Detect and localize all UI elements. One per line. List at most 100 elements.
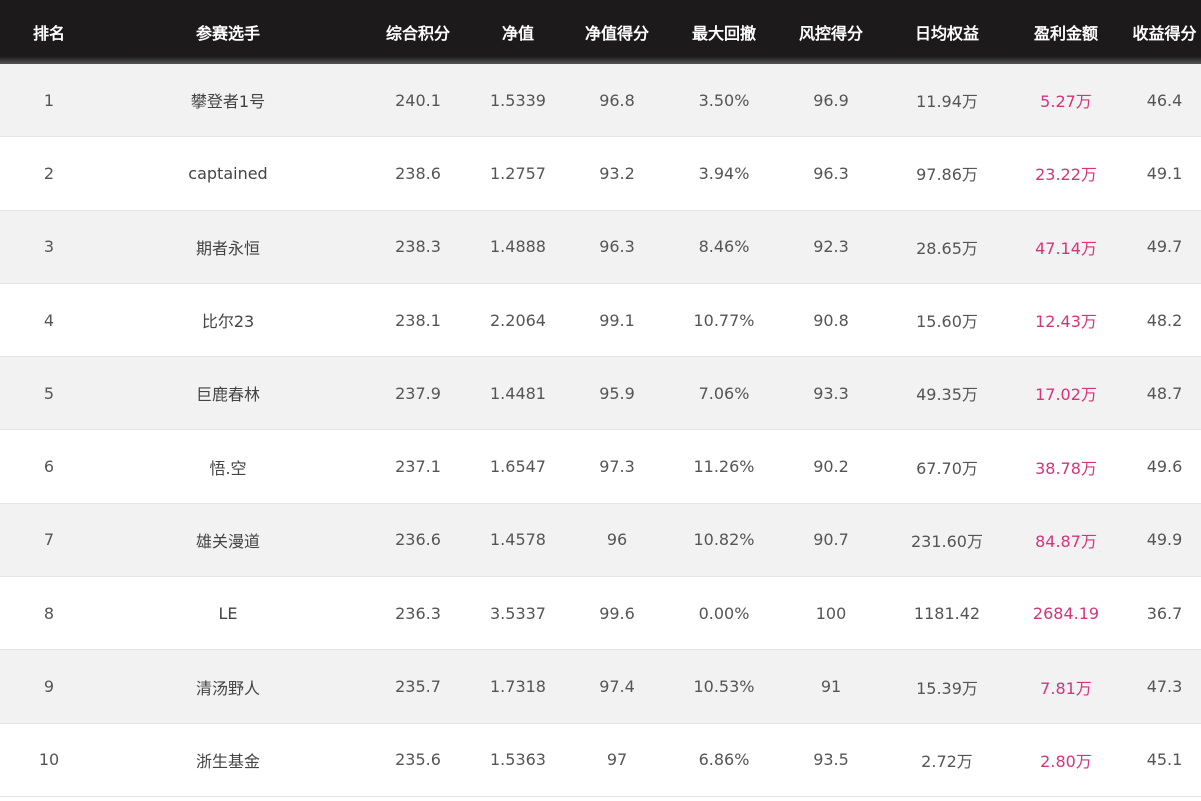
cell-daily-equity: 67.70万 <box>916 458 978 478</box>
cell-return-score: 48.2 <box>1146 310 1183 330</box>
cell-max-drawdown: 8.46% <box>698 237 750 257</box>
cell-risk-score: 96.3 <box>813 163 849 183</box>
cell-daily-equity: 97.86万 <box>916 165 978 185</box>
cell-profit: 23.22万 <box>1035 165 1097 185</box>
table-row[interactable]: 10 浙生基金 235.6 1.5363 97 6.86% 93.5 2.72万 2.80万 45… <box>0 723 1201 797</box>
cell-nav-score: 97.3 <box>599 457 635 477</box>
table-row[interactable]: 1 攀登者1号 240.1 1.5339 96.8 3.50% 96.9 11.94万 5.27… <box>0 64 1201 138</box>
cell-profit: 38.78万 <box>1035 458 1097 478</box>
cell-return-score: 49.9 <box>1146 530 1183 550</box>
cell-player[interactable]: 攀登者1号 <box>98 88 358 112</box>
cell-return-score: 46.4 <box>1146 90 1183 110</box>
cell-nav: 1.5339 <box>490 90 546 110</box>
cell-nav: 1.4888 <box>490 237 546 257</box>
header-nav[interactable]: 净值 <box>478 20 558 44</box>
header-rank[interactable]: 排名 <box>0 20 98 44</box>
cell-max-drawdown: 10.77% <box>693 310 755 330</box>
cell-total-score: 238.3 <box>395 237 441 257</box>
cell-nav: 1.4578 <box>490 530 546 550</box>
cell-nav-score: 96 <box>606 530 628 550</box>
cell-rank: 10 <box>38 750 60 770</box>
cell-nav: 2.2064 <box>490 310 546 330</box>
cell-daily-equity: 15.39万 <box>916 678 978 698</box>
cell-total-score: 235.7 <box>395 677 441 697</box>
cell-return-score: 49.7 <box>1146 237 1183 257</box>
cell-daily-equity: 2.72万 <box>921 751 973 771</box>
header-return-score[interactable]: 收益得分 <box>1128 20 1201 44</box>
header-total-score[interactable]: 综合积分 <box>358 20 478 44</box>
cell-profit: 47.14万 <box>1035 238 1097 258</box>
cell-profit: 2684.19 <box>1032 603 1100 623</box>
cell-risk-score: 100 <box>815 603 847 623</box>
cell-risk-score: 90.7 <box>813 530 849 550</box>
cell-risk-score: 93.5 <box>813 750 849 770</box>
cell-player[interactable]: 巨鹿春林 <box>98 381 358 405</box>
cell-nav: 1.4481 <box>490 383 546 403</box>
cell-player[interactable]: 清汤野人 <box>98 675 358 699</box>
cell-return-score: 49.1 <box>1146 163 1183 183</box>
cell-rank: 5 <box>43 383 55 403</box>
header-max-drawdown[interactable]: 最大回撤 <box>676 20 772 44</box>
cell-risk-score: 90.2 <box>813 457 849 477</box>
cell-rank: 4 <box>43 310 55 330</box>
cell-max-drawdown: 3.50% <box>698 90 750 110</box>
cell-nav-score: 93.2 <box>599 163 635 183</box>
cell-daily-equity: 49.35万 <box>916 385 978 405</box>
cell-max-drawdown: 6.86% <box>698 750 750 770</box>
cell-risk-score: 93.3 <box>813 383 849 403</box>
cell-rank: 6 <box>43 457 55 477</box>
cell-daily-equity: 1181.42 <box>913 603 981 623</box>
cell-player[interactable]: LE <box>98 604 358 623</box>
cell-profit: 84.87万 <box>1035 531 1097 551</box>
header-profit[interactable]: 盈利金额 <box>1004 20 1128 44</box>
cell-nav: 1.7318 <box>490 677 546 697</box>
cell-nav: 1.6547 <box>490 457 546 477</box>
cell-rank: 3 <box>43 237 55 257</box>
cell-risk-score: 92.3 <box>813 237 849 257</box>
cell-daily-equity: 11.94万 <box>916 92 978 112</box>
cell-nav-score: 99.1 <box>599 310 635 330</box>
table-row[interactable]: 4 比尔23 238.1 2.2064 99.1 10.77% 90.8 15.60万 12.4… <box>0 283 1201 358</box>
cell-nav-score: 95.9 <box>599 383 635 403</box>
table-row[interactable]: 5 巨鹿春林 237.9 1.4481 95.9 7.06% 93.3 49.35万 17.02… <box>0 357 1201 431</box>
cell-total-score: 238.6 <box>395 163 441 183</box>
header-daily-equity[interactable]: 日均权益 <box>890 20 1004 44</box>
cell-rank: 8 <box>43 603 55 623</box>
cell-profit: 2.80万 <box>1040 751 1092 771</box>
cell-return-score: 48.7 <box>1146 383 1183 403</box>
table-body: 1 攀登者1号 240.1 1.5339 96.8 3.50% 96.9 11.94万 5.27… <box>0 64 1201 797</box>
cell-total-score: 238.1 <box>395 310 441 330</box>
cell-rank: 2 <box>43 163 55 183</box>
table-row[interactable]: 3 期者永恒 238.3 1.4888 96.3 8.46% 92.3 28.65万 47.14… <box>0 210 1201 284</box>
cell-total-score: 237.9 <box>395 383 441 403</box>
header-risk-score[interactable]: 风控得分 <box>772 20 890 44</box>
cell-rank: 1 <box>43 90 55 110</box>
cell-daily-equity: 15.60万 <box>916 312 978 332</box>
cell-nav-score: 99.6 <box>599 603 635 623</box>
cell-player[interactable]: captained <box>98 164 358 183</box>
cell-rank: 7 <box>43 530 55 550</box>
cell-profit: 7.81万 <box>1040 678 1092 698</box>
cell-player[interactable]: 浙生基金 <box>98 748 358 772</box>
cell-total-score: 236.6 <box>395 530 441 550</box>
cell-risk-score: 96.9 <box>813 90 849 110</box>
header-nav-score[interactable]: 净值得分 <box>558 20 676 44</box>
table-row[interactable]: 2 captained 238.6 1.2757 93.2 3.94% 96.3 97.86万… <box>0 137 1201 211</box>
header-player[interactable]: 参赛选手 <box>98 20 358 44</box>
cell-total-score: 237.1 <box>395 457 441 477</box>
cell-player[interactable]: 期者永恒 <box>98 235 358 259</box>
table-header: 排名 参赛选手 综合积分 净值 净值得分 最大回撤 风控得分 日均权益 盈利金额… <box>0 0 1201 64</box>
cell-nav: 1.2757 <box>490 163 546 183</box>
cell-daily-equity: 28.65万 <box>916 238 978 258</box>
table-row[interactable]: 9 清汤野人 235.7 1.7318 97.4 10.53% 91 15.39万 7.81万 4… <box>0 650 1201 724</box>
cell-risk-score: 91 <box>820 677 842 697</box>
table-row[interactable]: 6 悟.空 237.1 1.6547 97.3 11.26% 90.2 67.70万 38.78… <box>0 430 1201 504</box>
table-row[interactable]: 8 LE 236.3 3.5337 99.6 0.00% 100 1181.42 2684.19… <box>0 577 1201 651</box>
cell-player[interactable]: 悟.空 <box>98 455 358 479</box>
cell-player[interactable]: 比尔23 <box>98 308 358 332</box>
table-row[interactable]: 7 雄关漫道 236.6 1.4578 96 10.82% 90.7 231.60万 84.87… <box>0 503 1201 578</box>
cell-return-score: 49.6 <box>1146 457 1183 477</box>
cell-return-score: 47.3 <box>1146 677 1183 697</box>
cell-player[interactable]: 雄关漫道 <box>98 528 358 552</box>
cell-max-drawdown: 3.94% <box>698 163 750 183</box>
